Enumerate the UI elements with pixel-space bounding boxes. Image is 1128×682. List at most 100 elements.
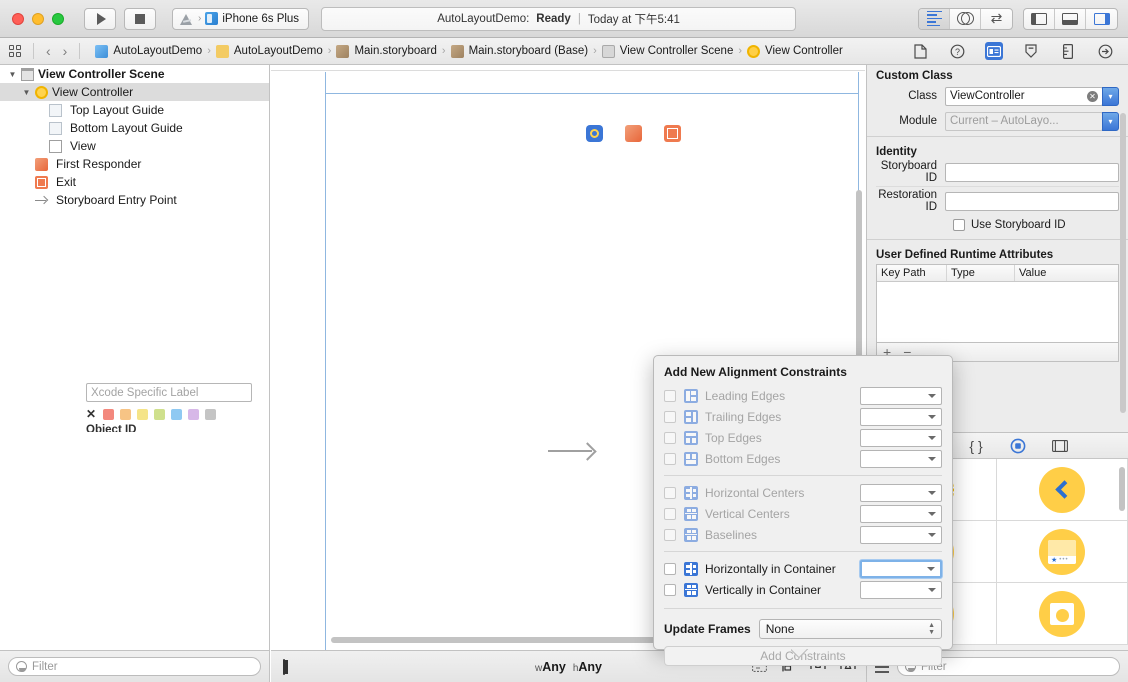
clear-field-icon[interactable]: ✕: [1087, 91, 1098, 102]
use-storyboard-id-row[interactable]: Use Storyboard ID: [867, 215, 1128, 235]
size-class-indicator[interactable]: wAny hAny: [535, 660, 602, 674]
breadcrumb-item-scene[interactable]: View Controller Scene: [602, 45, 739, 58]
code-snippet-library-icon[interactable]: { }: [967, 437, 985, 455]
run-button[interactable]: [84, 8, 116, 30]
outline-item-storyboard-entry-point[interactable]: Storyboard Entry Point: [0, 191, 269, 209]
navigator-filter-input[interactable]: Filter: [8, 657, 261, 676]
class-field[interactable]: ViewController ✕: [945, 87, 1103, 106]
constraint-row-bottom-edges[interactable]: Bottom Edges: [654, 448, 952, 469]
vertically-in-container-checkbox[interactable]: [664, 584, 676, 596]
horizontally-in-container-checkbox[interactable]: [664, 563, 676, 575]
outline-item-view[interactable]: View: [0, 137, 269, 155]
outline-item-top-layout-guide[interactable]: Top Layout Guide: [0, 101, 269, 119]
minimize-window-button[interactable]: [32, 13, 44, 25]
top-edges-value-select[interactable]: [860, 429, 942, 447]
baselines-value-select[interactable]: [860, 526, 942, 544]
file-inspector-icon[interactable]: [911, 42, 929, 60]
leading-edges-checkbox[interactable]: [664, 390, 676, 402]
view-toggle-group[interactable]: [1023, 8, 1118, 30]
module-field[interactable]: Current – AutoLayo...: [945, 112, 1103, 131]
toggle-utilities-button[interactable]: [1086, 9, 1117, 29]
color-swatch-yellow[interactable]: [137, 409, 148, 420]
library-item-toolbar[interactable]: ★•••: [997, 521, 1128, 583]
identity-inspector-icon[interactable]: [985, 42, 1003, 60]
toggle-debug-area-button[interactable]: [1055, 9, 1086, 29]
related-files-icon[interactable]: [9, 45, 21, 57]
breadcrumb-item-project[interactable]: AutoLayoutDemo: [95, 45, 207, 58]
horizontal-centers-checkbox[interactable]: [664, 487, 676, 499]
color-swatch-red[interactable]: [103, 409, 114, 420]
constraint-row-trailing-edges[interactable]: Trailing Edges: [654, 406, 952, 427]
use-storyboard-id-checkbox[interactable]: [953, 219, 965, 231]
back-button[interactable]: ‹: [46, 43, 51, 59]
connections-inspector-icon[interactable]: [1096, 42, 1114, 60]
outline-item-view-controller-scene[interactable]: ▼ View Controller Scene: [0, 65, 269, 83]
color-swatch-blue[interactable]: [171, 409, 182, 420]
quick-help-icon[interactable]: ?: [948, 42, 966, 60]
constraint-row-horizontal-centers[interactable]: Horizontal Centers: [654, 482, 952, 503]
outline-item-view-controller[interactable]: ▼ View Controller: [0, 83, 269, 101]
runtime-attributes-table[interactable]: Key Path Type Value: [876, 264, 1119, 343]
inspector-scrollbar[interactable]: [1120, 113, 1126, 413]
constraint-row-horizontally-in-container[interactable]: Horizontally in Container: [654, 558, 952, 579]
media-library-icon[interactable]: [1051, 437, 1069, 455]
library-item-image-view[interactable]: [997, 583, 1128, 645]
trailing-edges-value-select[interactable]: [860, 408, 942, 426]
stepper-icon[interactable]: ▲▼: [928, 623, 935, 636]
leading-edges-value-select[interactable]: [860, 387, 942, 405]
color-swatch-gray[interactable]: [205, 409, 216, 420]
outline-item-exit[interactable]: Exit: [0, 173, 269, 191]
xcode-specific-label-input[interactable]: Xcode Specific Label: [86, 383, 252, 402]
version-editor-button[interactable]: ⇄: [981, 9, 1012, 29]
bottom-edges-checkbox[interactable]: [664, 453, 676, 465]
class-combo-arrow-icon[interactable]: ▾: [1102, 87, 1119, 106]
clear-color-icon[interactable]: ✕: [86, 407, 96, 421]
label-color-swatches[interactable]: ✕: [86, 407, 216, 421]
breadcrumb-item-storyboard[interactable]: Main.storyboard: [336, 45, 441, 58]
vertically-in-container-value-select[interactable]: [860, 581, 942, 599]
view-controller-dock-icon[interactable]: [586, 125, 603, 142]
vertical-centers-checkbox[interactable]: [664, 508, 676, 520]
exit-dock-icon[interactable]: [664, 125, 681, 142]
library-item-navigation-back[interactable]: [997, 459, 1128, 521]
module-combo-arrow-icon[interactable]: ▾: [1102, 112, 1119, 131]
constraint-row-vertically-in-container[interactable]: Vertically in Container: [654, 579, 952, 600]
window-controls[interactable]: [12, 13, 64, 25]
update-frames-select[interactable]: None ▲▼: [759, 619, 942, 639]
constraint-row-top-edges[interactable]: Top Edges: [654, 427, 952, 448]
horizontally-in-container-value-select[interactable]: [860, 560, 942, 578]
breadcrumb-item-view-controller[interactable]: View Controller: [747, 45, 848, 58]
scheme-selector[interactable]: › iPhone 6s Plus: [172, 8, 309, 30]
forward-button[interactable]: ›: [63, 43, 68, 59]
storyboard-id-input[interactable]: [945, 163, 1119, 182]
attributes-inspector-icon[interactable]: [1022, 42, 1040, 60]
runtime-attributes-body[interactable]: [877, 282, 1118, 342]
constraint-row-leading-edges[interactable]: Leading Edges: [654, 385, 952, 406]
disclosure-triangle-icon[interactable]: ▼: [8, 70, 17, 79]
toggle-navigator-button[interactable]: [1024, 9, 1055, 29]
standard-editor-button[interactable]: [919, 9, 950, 29]
zoom-window-button[interactable]: [52, 13, 64, 25]
bottom-edges-value-select[interactable]: [860, 450, 942, 468]
constraint-row-baselines[interactable]: Baselines: [654, 524, 952, 545]
trailing-edges-checkbox[interactable]: [664, 411, 676, 423]
top-edges-checkbox[interactable]: [664, 432, 676, 444]
vertical-centers-value-select[interactable]: [860, 505, 942, 523]
close-window-button[interactable]: [12, 13, 24, 25]
assistant-editor-button[interactable]: [950, 9, 981, 29]
stop-button[interactable]: [124, 8, 156, 30]
baselines-checkbox[interactable]: [664, 529, 676, 541]
constraint-row-vertical-centers[interactable]: Vertical Centers: [654, 503, 952, 524]
color-swatch-orange[interactable]: [120, 409, 131, 420]
first-responder-dock-icon[interactable]: [625, 125, 642, 142]
breadcrumb-item-storyboard-base[interactable]: Main.storyboard (Base): [451, 45, 594, 58]
size-inspector-icon[interactable]: [1059, 42, 1077, 60]
color-swatch-purple[interactable]: [188, 409, 199, 420]
disclosure-triangle-icon[interactable]: ▼: [22, 88, 31, 97]
color-swatch-green[interactable]: [154, 409, 165, 420]
editor-mode-group[interactable]: ⇄: [918, 8, 1013, 30]
outline-item-first-responder[interactable]: First Responder: [0, 155, 269, 173]
toggle-document-outline-icon[interactable]: [283, 659, 285, 675]
breadcrumb-item-folder[interactable]: AutoLayoutDemo: [216, 45, 328, 58]
object-library-icon[interactable]: [1009, 437, 1027, 455]
